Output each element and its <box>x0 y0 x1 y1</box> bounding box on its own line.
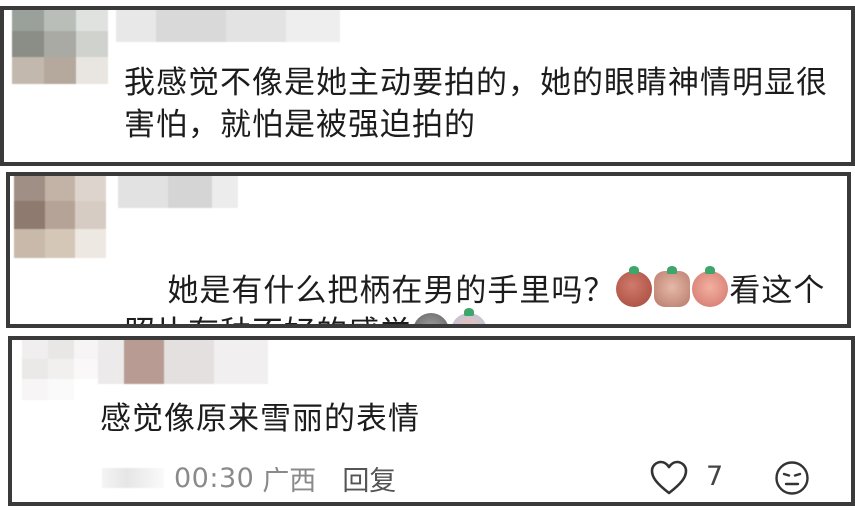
comment-text: 她是有什么把柄在男的手里吗？看这个照片有种不好的感觉 <box>124 228 844 324</box>
peek-emoji-icon <box>654 266 691 307</box>
comment-text: 感觉像原来雪丽的表情 <box>100 401 420 437</box>
cry-emoji-icon <box>692 266 729 307</box>
username[interactable] <box>98 340 268 384</box>
username[interactable] <box>118 176 238 208</box>
username[interactable] <box>116 10 340 42</box>
comment-card-1: 我感觉不像是她主动要拍的，她的眼睛神情明显很害怕，就怕是被强迫拍的 <box>0 6 855 166</box>
scared-emoji-icon <box>451 308 487 324</box>
like-count: 7 <box>706 461 724 492</box>
smiley-icon[interactable] <box>774 460 810 496</box>
avatar[interactable] <box>22 340 100 400</box>
comment-text-part-1: 她是有什么把柄在男的手里吗？ <box>167 273 616 309</box>
comment-card-3: 感觉像原来雪丽的表情 00:30 广西 回复 7 <box>8 336 855 506</box>
comment-time: 00:30 <box>174 462 255 494</box>
date-blur <box>102 468 164 488</box>
avatar[interactable] <box>12 10 108 84</box>
reply-button[interactable]: 回复 <box>342 459 396 498</box>
avatar[interactable] <box>14 176 106 258</box>
comment-card-2: 她是有什么把柄在男的手里吗？看这个照片有种不好的感觉 <box>6 172 851 328</box>
smirk-emoji-icon <box>616 266 653 307</box>
comment-footer: 00:30 广西 回复 7 <box>102 458 842 498</box>
heart-icon[interactable] <box>650 460 688 496</box>
comment-text: 我感觉不像是她主动要拍的，她的眼睛神情明显很害怕，就怕是被强迫拍的 <box>124 65 828 143</box>
comment-region: 广西 <box>262 465 317 497</box>
sad-emoji-icon <box>413 313 449 324</box>
